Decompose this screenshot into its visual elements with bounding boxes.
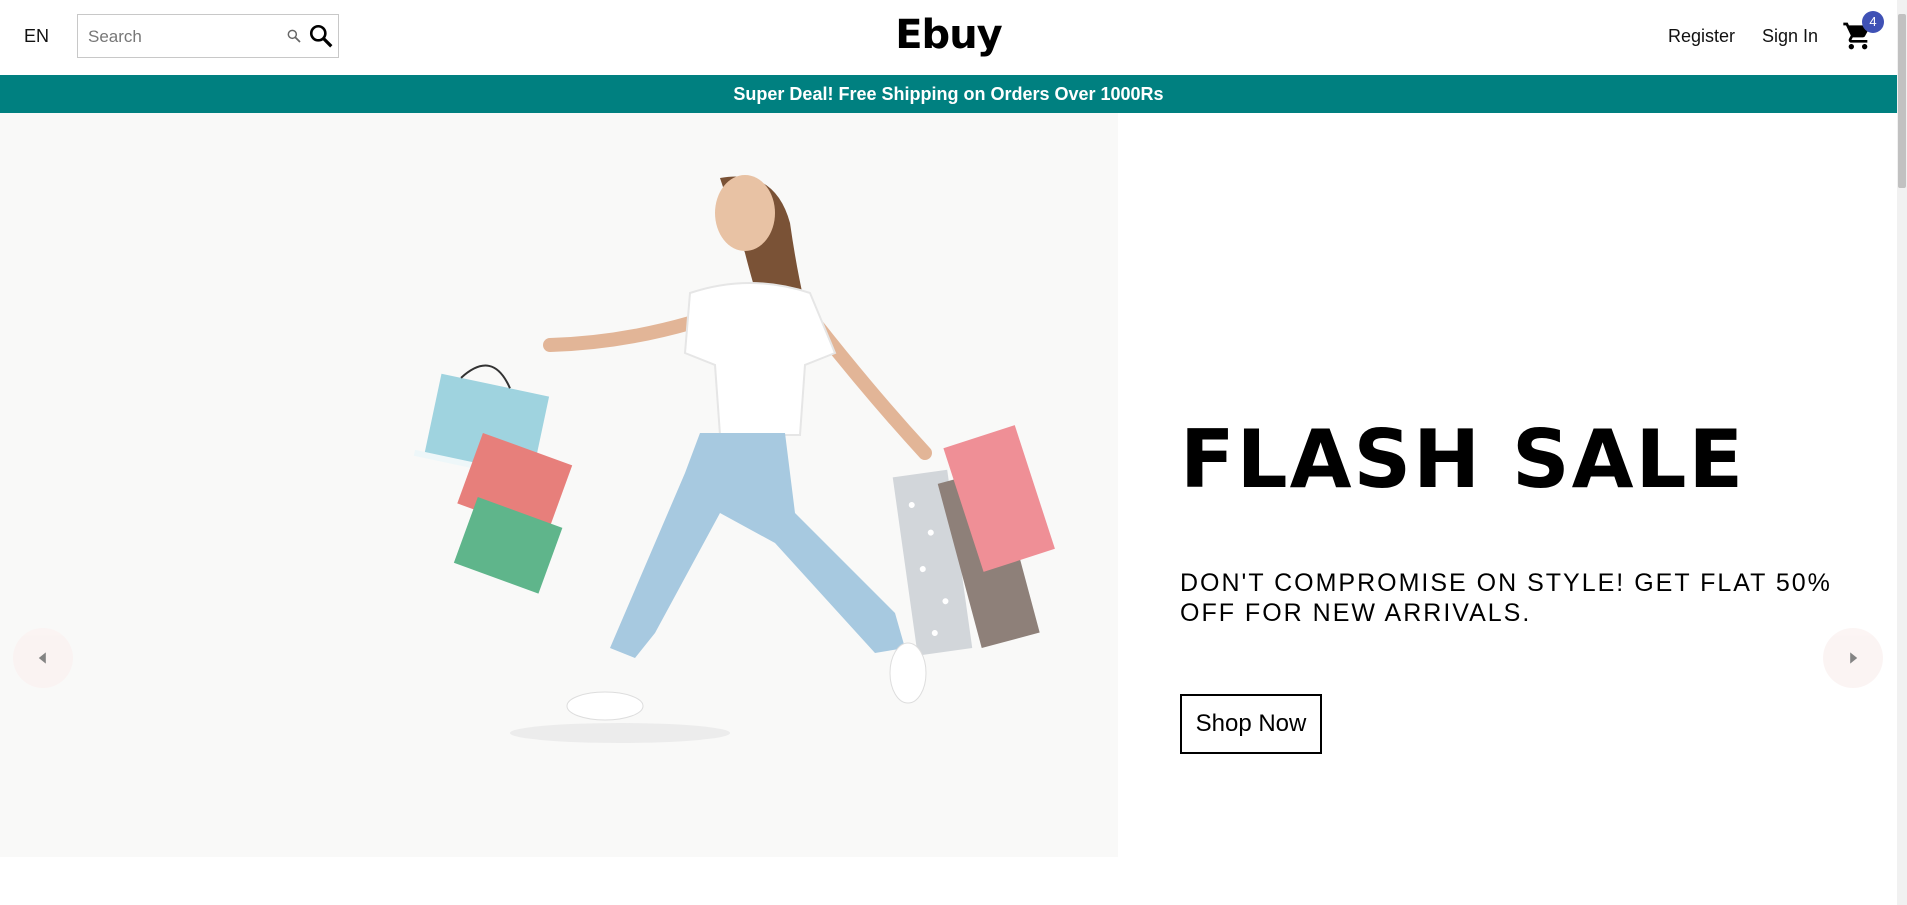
navbar: EN Ebuy Register Sign In 4 (0, 0, 1897, 75)
woman-with-shopping-bags-image (413, 175, 1055, 743)
hero-slider: FLASH SALE DON'T COMPROMISE ON STYLE! GE… (0, 113, 1897, 857)
announcement-bar: Super Deal! Free Shipping on Orders Over… (0, 75, 1897, 113)
page-scrollbar[interactable] (1897, 0, 1907, 905)
cart-count-badge: 4 (1862, 11, 1884, 33)
slider-next-button[interactable] (1823, 628, 1883, 688)
slider-prev-button[interactable] (13, 628, 73, 688)
hero-image (0, 113, 1118, 857)
sign-in-link[interactable]: Sign In (1762, 26, 1818, 47)
hero-description: DON'T COMPROMISE ON STYLE! GET FLAT 50% … (1180, 569, 1832, 627)
hero-content: FLASH SALE DON'T COMPROMISE ON STYLE! GE… (1180, 113, 1860, 857)
shop-now-button[interactable]: Shop Now (1180, 694, 1322, 754)
scrollbar-thumb[interactable] (1898, 14, 1906, 188)
hero-title: FLASH SALE (1180, 413, 1746, 506)
register-link[interactable]: Register (1668, 26, 1735, 47)
site-logo[interactable]: Ebuy (0, 12, 1897, 58)
arrow-right-icon (1850, 652, 1858, 664)
arrow-left-icon (38, 652, 46, 664)
